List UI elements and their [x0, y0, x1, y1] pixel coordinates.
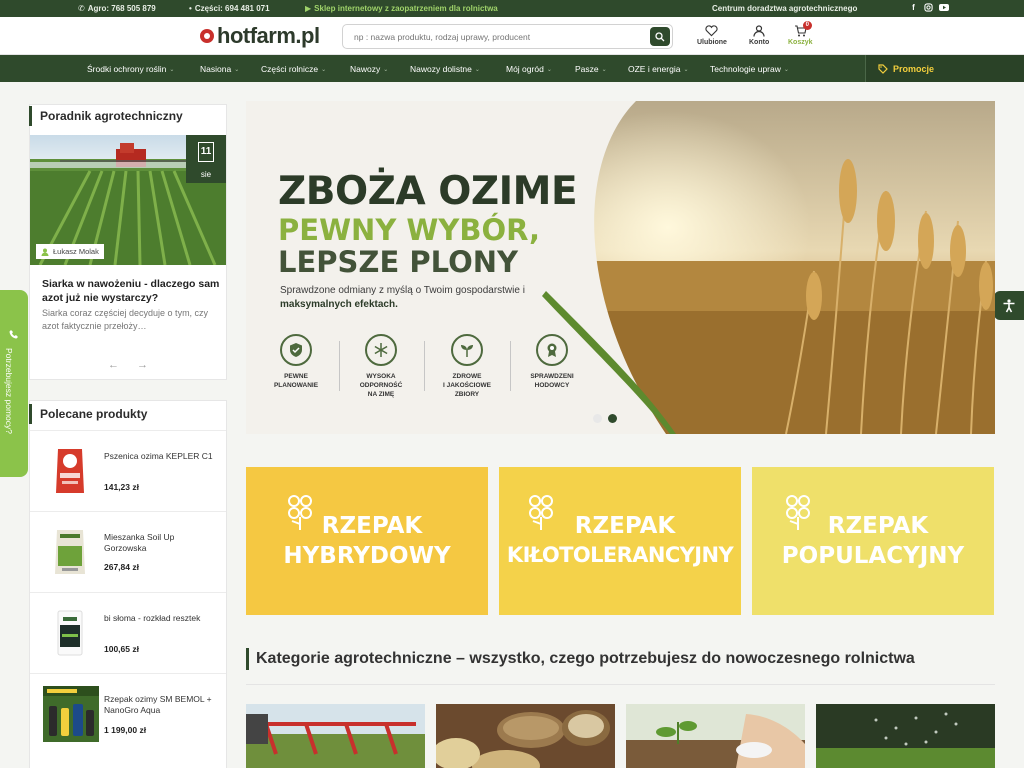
nav-item-fertilizers[interactable]: Nawozy ⌄ — [350, 64, 388, 74]
award-icon — [547, 343, 557, 357]
feature-quality-yield: ZDROWE I JAKOŚCIOWE ZBIORY — [427, 334, 507, 399]
nav-item-foliar-fertilizers[interactable]: Nawozy dolistne ⌄ — [410, 64, 480, 74]
chevron-down-icon: ⌄ — [321, 66, 327, 73]
hero-subheadline: PEWNY WYBÓR, — [278, 213, 541, 247]
product-image — [42, 524, 98, 580]
user-icon — [41, 248, 49, 256]
feature-planning: PEWNE PLANOWANIE — [256, 334, 336, 390]
carousel-dot[interactable] — [593, 414, 602, 423]
chevron-down-icon: ⌄ — [169, 66, 175, 73]
product-image — [42, 443, 98, 499]
nav-item-feed[interactable]: Pasze ⌄ — [575, 64, 607, 74]
logo-mark-icon — [200, 29, 214, 43]
search-input[interactable] — [343, 25, 633, 48]
divider — [246, 684, 995, 685]
category-card-machinery[interactable] — [246, 704, 425, 768]
chevron-down-icon: ⌄ — [601, 66, 607, 73]
chevron-down-icon: ⌄ — [474, 66, 480, 73]
search-button[interactable] — [650, 27, 670, 46]
tagline: ▶ Sklep internetowy z zaopatrzeniem dla … — [305, 4, 498, 13]
chevron-down-icon: ⌄ — [234, 66, 240, 73]
header: hotfarm.pl Ulubione Konto 0 Koszyk — [0, 17, 1024, 55]
feature-divider — [510, 341, 511, 391]
snowflake-icon — [374, 343, 388, 357]
guide-title: Poradnik agrotechniczny — [29, 106, 226, 126]
category-card-seeds[interactable] — [436, 704, 615, 768]
heart-icon — [705, 25, 719, 37]
nav-item-plant-protection[interactable]: Środki ochrony roślin ⌄ — [87, 64, 174, 74]
chevron-down-icon: ⌄ — [683, 66, 689, 73]
cart-button[interactable]: 0 Koszyk — [788, 21, 813, 46]
search-bar — [342, 24, 673, 49]
rapeseed-hybrid-tile[interactable]: RZEPAK HYBRYDOWY — [246, 467, 488, 615]
dot-icon: • — [189, 4, 192, 13]
hero-subheadline-2: LEPSZE PLONY — [278, 245, 518, 279]
hero-carousel-dots — [593, 414, 617, 423]
phone-parts[interactable]: • Części: 694 481 071 — [189, 4, 270, 13]
nav-item-parts[interactable]: Części rolnicze ⌄ — [261, 64, 326, 74]
featured-products-panel: Polecane produkty Pszenica ozima KEPLER … — [29, 400, 227, 768]
feature-breeders: SPRAWDZENI HODOWCY — [512, 334, 592, 390]
categories-title: Kategorie agrotechniczne – wszystko, cze… — [246, 648, 915, 670]
top-bar: ✆ Agro: 768 505 879 • Części: 694 481 07… — [0, 0, 1024, 17]
advisory-link[interactable]: Centrum doradztwa agrotechnicznego — [712, 4, 857, 13]
hero-banner[interactable]: ZBOŻA OZIME PEWNY WYBÓR, LEPSZE PLONY Sp… — [246, 101, 995, 434]
feature-winter-hardiness: WYSOKA ODPORNOŚĆ NA ZIMĘ — [341, 334, 421, 399]
chevron-down-icon: ⌄ — [383, 66, 389, 73]
truck-icon: ▶ — [305, 4, 312, 13]
category-card-fertilizers[interactable] — [626, 704, 805, 768]
user-icon — [753, 25, 765, 37]
phone-icon — [9, 330, 18, 339]
article-image[interactable]: 11 sie Łukasz Molak — [30, 135, 226, 265]
phone-agro[interactable]: ✆ Agro: 768 505 879 — [78, 4, 156, 13]
help-tab[interactable]: Potrzebujesz pomocy? — [0, 290, 28, 477]
article-date: 11 sie — [186, 135, 226, 183]
nav-item-my-garden[interactable]: Mój ogród ⌄ — [506, 64, 552, 74]
chevron-down-icon: ⌄ — [783, 66, 789, 73]
article-excerpt: Siarka coraz częściej decyduje o tym, cz… — [42, 308, 209, 331]
youtube-icon[interactable] — [939, 3, 949, 12]
agro-guide-panel: Poradnik agrotechniczny 11 sie Łukasz Mo… — [29, 104, 227, 380]
nav-item-seeds[interactable]: Nasiona ⌄ — [200, 64, 239, 74]
cart-count-badge: 0 — [802, 21, 812, 30]
favorites-button[interactable]: Ulubione — [697, 23, 727, 46]
article-author: Łukasz Molak — [36, 244, 104, 259]
instagram-icon[interactable] — [924, 3, 933, 12]
accessibility-button[interactable] — [994, 291, 1024, 320]
promotions-link[interactable]: Promocje — [865, 55, 1024, 82]
product-card[interactable]: bi słoma - rozkład resztek 100,65 zł — [30, 592, 226, 673]
product-card[interactable]: Rzepak ozimy SM BEMOL + NanoGro Aqua 1 1… — [30, 673, 226, 754]
feature-divider — [424, 341, 425, 391]
category-card-protection[interactable] — [816, 704, 995, 768]
phone-icon: ✆ — [78, 4, 85, 13]
hero-headline: ZBOŻA OZIME — [278, 169, 578, 214]
social-links: f — [909, 3, 949, 12]
nav-item-crop-technology[interactable]: Technologie upraw ⌄ — [710, 64, 789, 74]
product-image — [42, 686, 100, 742]
facebook-icon[interactable]: f — [909, 3, 918, 12]
account-button[interactable]: Konto — [749, 23, 769, 46]
accessibility-icon — [1003, 298, 1015, 312]
main-nav: Środki ochrony roślin ⌄ Nasiona ⌄ Części r… — [0, 55, 1024, 82]
chevron-down-icon: ⌄ — [546, 66, 552, 73]
product-image — [42, 605, 98, 661]
sprout-icon — [461, 345, 473, 357]
arrow-right-icon[interactable]: → — [137, 359, 148, 371]
carousel-dot-active[interactable] — [608, 414, 617, 423]
product-card[interactable]: Pszenica ozima KEPLER C1 141,23 zł — [30, 430, 226, 511]
nav-item-energy[interactable]: OZE i energia ⌄ — [628, 64, 688, 74]
feature-divider — [339, 341, 340, 391]
featured-title: Polecane produkty — [29, 404, 226, 424]
tag-icon — [878, 63, 888, 74]
logo[interactable]: hotfarm.pl — [200, 23, 320, 49]
arrow-left-icon[interactable]: ← — [108, 359, 119, 371]
product-card[interactable]: Mieszanka Soil Up Gorzowska 267,84 zł — [30, 511, 226, 592]
shield-check-icon — [290, 343, 302, 357]
hero-description: Sprawdzone odmiany z myślą o Twoim gospo… — [280, 285, 525, 310]
rapeseed-population-tile[interactable]: RZEPAK POPULACYJNY — [752, 467, 994, 615]
rapeseed-clubroot-tile[interactable]: RZEPAK KIŁOTOLERANCYJNY — [499, 467, 741, 615]
search-icon — [655, 31, 665, 41]
article-title[interactable]: Siarka w nawożeniu - dlaczego sam azot j… — [42, 277, 222, 305]
article-carousel-controls: ← → — [108, 359, 148, 371]
